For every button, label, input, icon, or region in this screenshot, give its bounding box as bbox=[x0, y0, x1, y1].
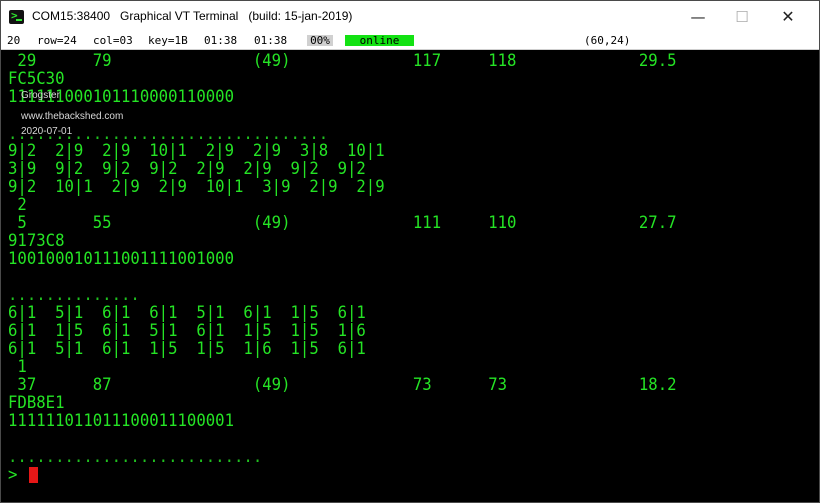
terminal-line: FC5C30 bbox=[8, 69, 65, 89]
terminal-line: 5 55 (49) 111 110 27.7 bbox=[8, 213, 677, 233]
status-percent: 00% bbox=[307, 35, 333, 46]
terminal-line: ........................... bbox=[8, 447, 263, 467]
status-cursor-position: (60,24) bbox=[584, 34, 631, 47]
terminal-line: 100100010111001111001000 bbox=[8, 249, 234, 269]
status-time-2: 01:38 bbox=[254, 34, 288, 47]
minimize-button[interactable]: — bbox=[687, 7, 709, 27]
watermark-site: www.thebackshed.com bbox=[21, 111, 124, 122]
text-cursor bbox=[29, 467, 38, 483]
status-key: key=1B bbox=[148, 34, 188, 47]
status-bar: 20 row=24 col=03 key=1B 01:38 01:38 00% … bbox=[1, 33, 819, 50]
terminal-line: 111111011011100011100001 bbox=[8, 411, 234, 431]
status-line-count: 20 bbox=[7, 34, 21, 47]
terminal-line: 3|9 9|2 9|2 9|2 2|9 2|9 9|2 9|2 bbox=[8, 159, 366, 179]
status-row: row=24 bbox=[37, 34, 77, 47]
terminal-window: > COM15:38400 Graphical VT Terminal (bui… bbox=[0, 0, 820, 503]
terminal-screen[interactable]: 29 79 (49) 117 118 29.5 FC5C30 111111000… bbox=[1, 50, 819, 502]
terminal-line: 29 79 (49) 117 118 29.5 bbox=[8, 51, 677, 71]
terminal-line: 6|1 1|5 6|1 5|1 6|1 1|5 1|5 1|6 bbox=[8, 321, 366, 341]
maximize-button[interactable]: ☐ bbox=[731, 7, 753, 27]
title-bar[interactable]: > COM15:38400 Graphical VT Terminal (bui… bbox=[1, 1, 819, 33]
terminal-line: 1 bbox=[8, 357, 27, 377]
close-button[interactable]: ✕ bbox=[777, 7, 799, 27]
terminal-line: 2 bbox=[8, 195, 27, 215]
connection-status-badge: online bbox=[345, 35, 414, 46]
terminal-line: .............. bbox=[8, 285, 140, 305]
terminal-prompt: > bbox=[8, 465, 18, 485]
terminal-line: 9173C8 bbox=[8, 231, 65, 251]
terminal-line: 9|2 10|1 2|9 2|9 10|1 3|9 2|9 2|9 bbox=[8, 177, 385, 197]
terminal-line: 9|2 2|9 2|9 10|1 2|9 2|9 3|8 10|1 bbox=[8, 141, 385, 161]
terminal-line: 6|1 5|1 6|1 6|1 5|1 6|1 1|5 6|1 bbox=[8, 303, 366, 323]
terminal-app-icon: > bbox=[9, 10, 24, 24]
window-title: COM15:38400 Graphical VT Terminal (build… bbox=[32, 9, 353, 23]
terminal-line: FDB8E1 bbox=[8, 393, 65, 413]
terminal-line: 37 87 (49) 73 73 18.2 bbox=[8, 375, 677, 395]
terminal-line: 6|1 5|1 6|1 1|5 1|5 1|6 1|5 6|1 bbox=[8, 339, 366, 359]
watermark-author: Grogster bbox=[21, 90, 60, 101]
status-time-1: 01:38 bbox=[204, 34, 238, 47]
status-col: col=03 bbox=[93, 34, 133, 47]
watermark-date: 2020-07-01 bbox=[21, 126, 73, 137]
